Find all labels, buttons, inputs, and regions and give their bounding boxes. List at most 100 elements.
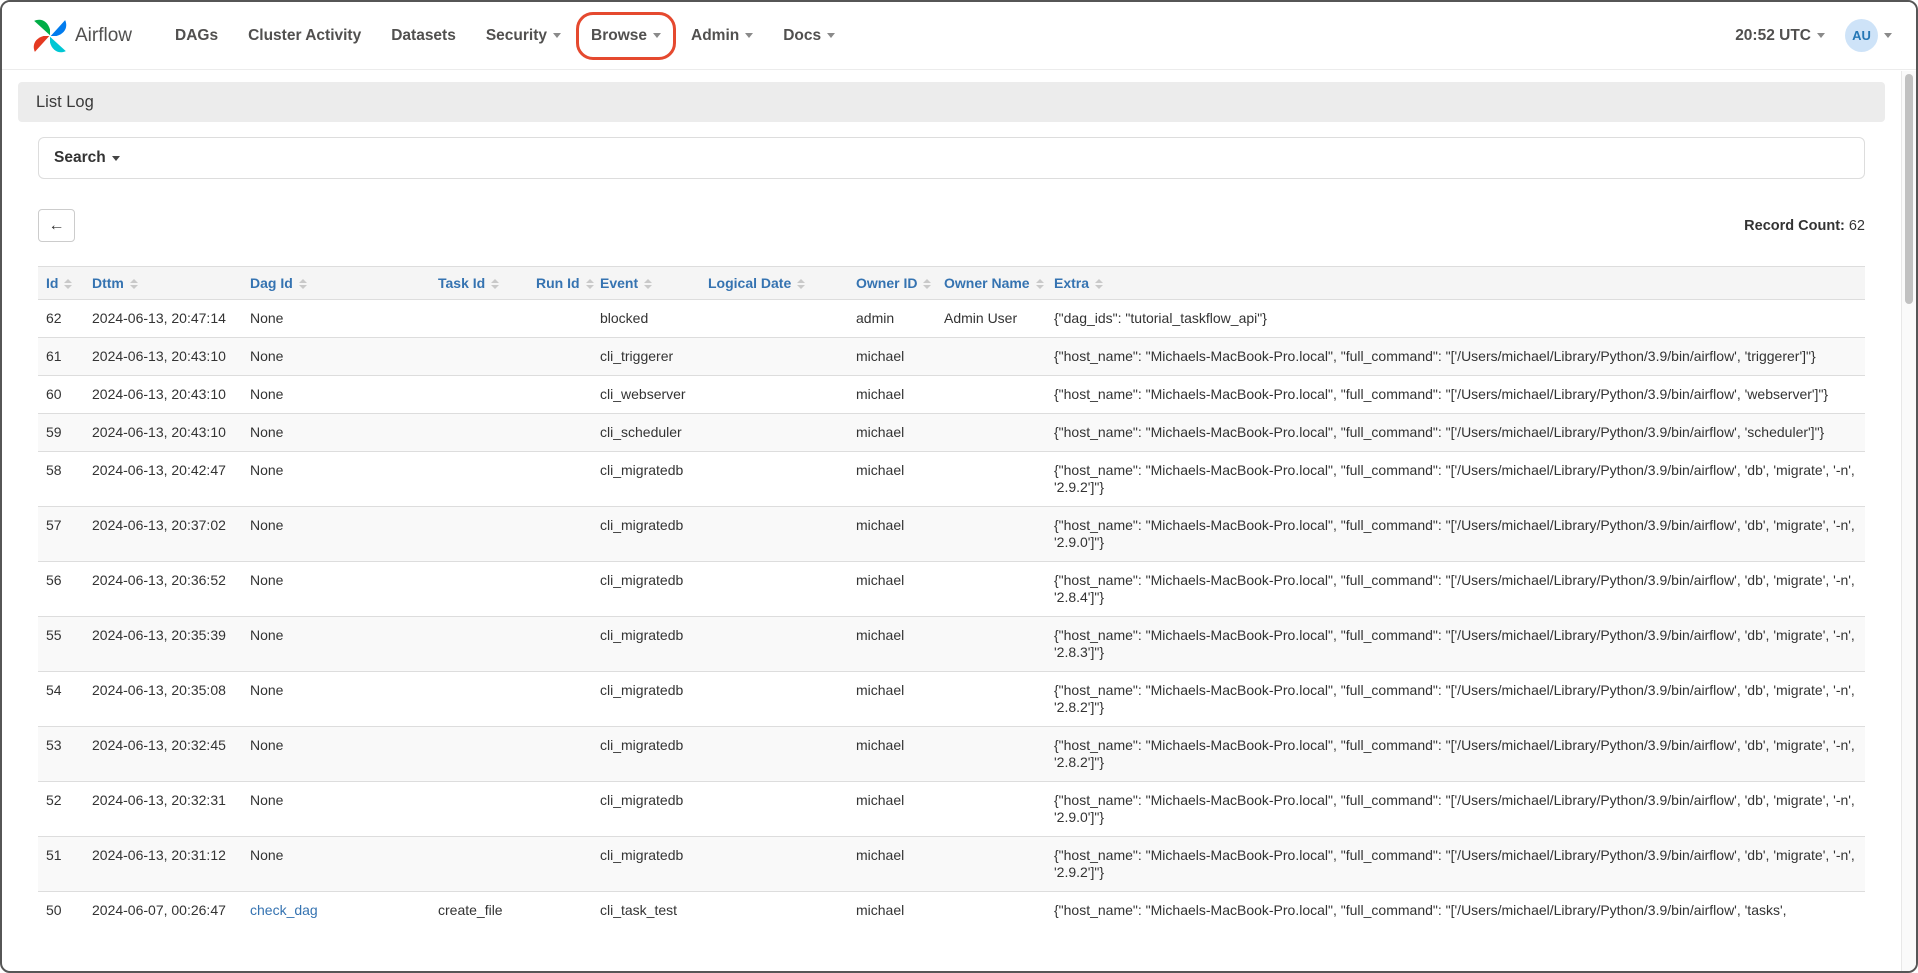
- cell-owner-id: michael: [848, 507, 936, 562]
- log-table-row: 602024-06-13, 20:43:10Nonecli_webserverm…: [38, 376, 1865, 414]
- nav-item-security[interactable]: Security: [471, 18, 576, 54]
- log-table-row: 562024-06-13, 20:36:52Nonecli_migratedbm…: [38, 562, 1865, 617]
- chevron-down-icon: [827, 33, 835, 38]
- back-button[interactable]: ←: [38, 209, 75, 242]
- log-table-row: 622024-06-13, 20:47:14NoneblockedadminAd…: [38, 300, 1865, 338]
- log-table-row: 542024-06-13, 20:35:08Nonecli_migratedbm…: [38, 672, 1865, 727]
- column-header-owner-name[interactable]: Owner Name: [936, 267, 1046, 300]
- cell-logical-date: [700, 782, 848, 837]
- log-table-row: 512024-06-13, 20:31:12Nonecli_migratedbm…: [38, 837, 1865, 892]
- cell-extra: {"host_name": "Michaels-MacBook-Pro.loca…: [1046, 338, 1865, 376]
- nav-item-datasets[interactable]: Datasets: [376, 18, 471, 54]
- search-panel-toggle[interactable]: Search: [38, 137, 1865, 179]
- cell-dag-id: None: [242, 562, 430, 617]
- cell-event: cli_migratedb: [592, 727, 700, 782]
- utc-clock-dropdown[interactable]: 20:52 UTC: [1735, 27, 1825, 45]
- nav-item-cluster-activity[interactable]: Cluster Activity: [233, 18, 376, 54]
- cell-dttm: 2024-06-13, 20:35:39: [84, 617, 242, 672]
- cell-event: blocked: [592, 300, 700, 338]
- cell-extra: {"host_name": "Michaels-MacBook-Pro.loca…: [1046, 837, 1865, 892]
- column-header-event[interactable]: Event: [592, 267, 700, 300]
- cell-dttm: 2024-06-13, 20:37:02: [84, 507, 242, 562]
- cell-owner-name: [936, 837, 1046, 892]
- cell-extra: {"host_name": "Michaels-MacBook-Pro.loca…: [1046, 892, 1865, 930]
- cell-extra: {"host_name": "Michaels-MacBook-Pro.loca…: [1046, 782, 1865, 837]
- cell-run-id: [528, 338, 592, 376]
- cell-dag-id: None: [242, 727, 430, 782]
- cell-task-id: create_file: [430, 892, 528, 930]
- list-controls: ← Record Count:62: [38, 209, 1865, 242]
- scrollbar-thumb[interactable]: [1905, 74, 1913, 304]
- main-content: List Log Search ← Record Count:62: [2, 70, 1916, 929]
- column-header-label: Event: [600, 275, 638, 291]
- cell-task-id: [430, 507, 528, 562]
- cell-dag-id: None: [242, 672, 430, 727]
- nav-item-admin[interactable]: Admin: [676, 18, 768, 54]
- cell-logical-date: [700, 617, 848, 672]
- column-header-extra[interactable]: Extra: [1046, 267, 1865, 300]
- cell-run-id: [528, 672, 592, 727]
- cell-owner-id: michael: [848, 338, 936, 376]
- cell-dag-id: None: [242, 300, 430, 338]
- nav-item-browse[interactable]: Browse: [576, 18, 676, 54]
- brand-label: Airflow: [75, 25, 132, 47]
- column-header-logical-date[interactable]: Logical Date: [700, 267, 848, 300]
- column-header-run-id[interactable]: Run Id: [528, 267, 592, 300]
- cell-event: cli_triggerer: [592, 338, 700, 376]
- cell-id: 51: [38, 837, 84, 892]
- column-header-label: Id: [46, 275, 58, 291]
- record-count-value: 62: [1849, 218, 1865, 234]
- cell-logical-date: [700, 892, 848, 930]
- dag-id-link[interactable]: check_dag: [250, 902, 318, 918]
- nav-item-dags[interactable]: DAGs: [160, 18, 233, 54]
- cell-owner-name: [936, 414, 1046, 452]
- cell-owner-id: michael: [848, 672, 936, 727]
- cell-task-id: [430, 617, 528, 672]
- cell-owner-name: [936, 338, 1046, 376]
- cell-run-id: [528, 414, 592, 452]
- cell-owner-id: michael: [848, 376, 936, 414]
- cell-owner-id: michael: [848, 782, 936, 837]
- nav-item-label: Admin: [691, 27, 739, 44]
- column-header-owner-id[interactable]: Owner ID: [848, 267, 936, 300]
- cell-dag-id: None: [242, 414, 430, 452]
- nav-item-docs[interactable]: Docs: [768, 18, 850, 54]
- search-label: Search: [54, 149, 106, 167]
- column-header-task-id[interactable]: Task Id: [430, 267, 528, 300]
- cell-logical-date: [700, 727, 848, 782]
- chevron-down-icon: [653, 33, 661, 38]
- user-menu[interactable]: AU: [1845, 19, 1892, 52]
- column-header-dttm[interactable]: Dttm: [84, 267, 242, 300]
- cell-owner-name: [936, 892, 1046, 930]
- browser-window: Airflow DAGsCluster ActivityDatasetsSecu…: [0, 0, 1918, 973]
- cell-owner-name: Admin User: [936, 300, 1046, 338]
- log-table-row: 572024-06-13, 20:37:02Nonecli_migratedbm…: [38, 507, 1865, 562]
- column-header-label: Logical Date: [708, 275, 791, 291]
- cell-owner-id: michael: [848, 562, 936, 617]
- table-header-row: Id DttmDag IdTask IdRun Id Event Logical Da…: [38, 267, 1865, 300]
- chevron-down-icon: [745, 33, 753, 38]
- sort-icon: [130, 279, 138, 289]
- cell-event: cli_migratedb: [592, 617, 700, 672]
- cell-extra: {"host_name": "Michaels-MacBook-Pro.loca…: [1046, 414, 1865, 452]
- cell-owner-name: [936, 672, 1046, 727]
- column-header-dag-id[interactable]: Dag Id: [242, 267, 430, 300]
- cell-logical-date: [700, 672, 848, 727]
- scrollbar[interactable]: [1901, 71, 1916, 971]
- cell-id: 62: [38, 300, 84, 338]
- cell-extra: {"dag_ids": "tutorial_taskflow_api"}: [1046, 300, 1865, 338]
- cell-run-id: [528, 507, 592, 562]
- cell-task-id: [430, 562, 528, 617]
- log-table: Id DttmDag IdTask IdRun Id Event Logical Da…: [38, 266, 1865, 929]
- cell-extra: {"host_name": "Michaels-MacBook-Pro.loca…: [1046, 452, 1865, 507]
- cell-run-id: [528, 300, 592, 338]
- main-nav: DAGsCluster ActivityDatasetsSecurityBrow…: [160, 18, 850, 54]
- cell-owner-id: michael: [848, 617, 936, 672]
- cell-dag-id: None: [242, 376, 430, 414]
- airflow-brand[interactable]: Airflow: [32, 18, 132, 54]
- cell-dttm: 2024-06-13, 20:32:45: [84, 727, 242, 782]
- cell-id: 59: [38, 414, 84, 452]
- column-header-id[interactable]: Id: [38, 267, 84, 300]
- cell-dag-id: check_dag: [242, 892, 430, 930]
- cell-owner-id: admin: [848, 300, 936, 338]
